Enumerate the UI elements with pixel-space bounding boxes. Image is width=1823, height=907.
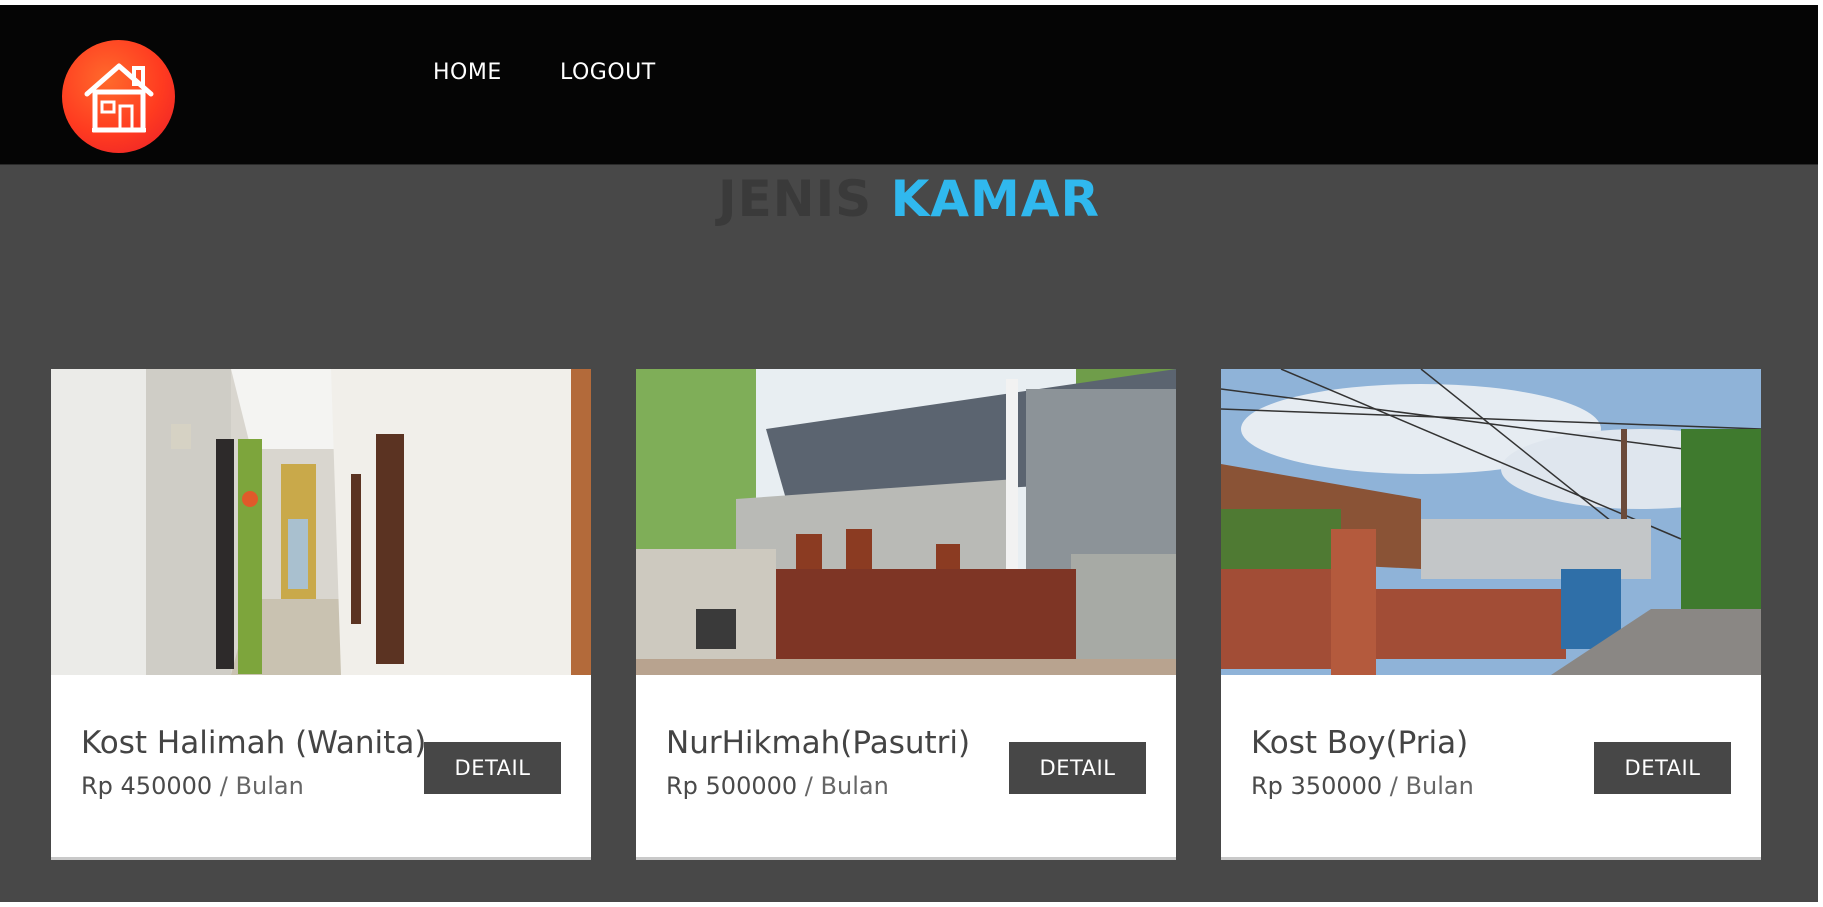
room-photo-street <box>1221 369 1761 675</box>
price-unit: / Bulan <box>804 772 889 800</box>
room-card-halimah: Kost Halimah (Wanita) Rp 450000 / Bulan … <box>51 369 591 857</box>
price-value: Rp 500000 <box>666 772 798 800</box>
detail-button[interactable]: DETAIL <box>424 742 561 794</box>
nav-logout-link[interactable]: LOGOUT <box>560 60 656 85</box>
house-icon <box>84 63 154 133</box>
detail-button[interactable]: DETAIL <box>1009 742 1146 794</box>
price-unit: / Bulan <box>1389 772 1474 800</box>
navbar: HOME LOGOUT <box>0 5 1818 165</box>
nav-home-link[interactable]: HOME <box>433 60 502 85</box>
detail-button[interactable]: DETAIL <box>1594 742 1731 794</box>
card-price: Rp 450000 / Bulan <box>81 772 304 800</box>
card-title: NurHikmah(Pasutri) <box>666 725 971 761</box>
section-heading: JENIS KAMAR <box>0 170 1818 228</box>
room-card-nurhikmah: NurHikmah(Pasutri) Rp 500000 / Bulan DET… <box>636 369 1176 857</box>
logo[interactable] <box>62 40 175 153</box>
room-card-boy: Kost Boy(Pria) Rp 350000 / Bulan DETAIL <box>1221 369 1761 857</box>
price-value: Rp 350000 <box>1251 772 1383 800</box>
page-frame: HOME LOGOUT JENIS KAMAR Kost Halimah (Wa… <box>0 5 1818 902</box>
card-price: Rp 350000 / Bulan <box>1251 772 1474 800</box>
room-photo-hallway <box>51 369 591 675</box>
heading-kamar: KAMAR <box>890 170 1101 228</box>
heading-jenis: JENIS <box>717 170 873 228</box>
room-photo-house <box>636 369 1176 675</box>
card-title: Kost Halimah (Wanita) <box>81 725 427 761</box>
card-price: Rp 500000 / Bulan <box>666 772 889 800</box>
card-title: Kost Boy(Pria) <box>1251 725 1469 761</box>
price-unit: / Bulan <box>219 772 304 800</box>
price-value: Rp 450000 <box>81 772 213 800</box>
